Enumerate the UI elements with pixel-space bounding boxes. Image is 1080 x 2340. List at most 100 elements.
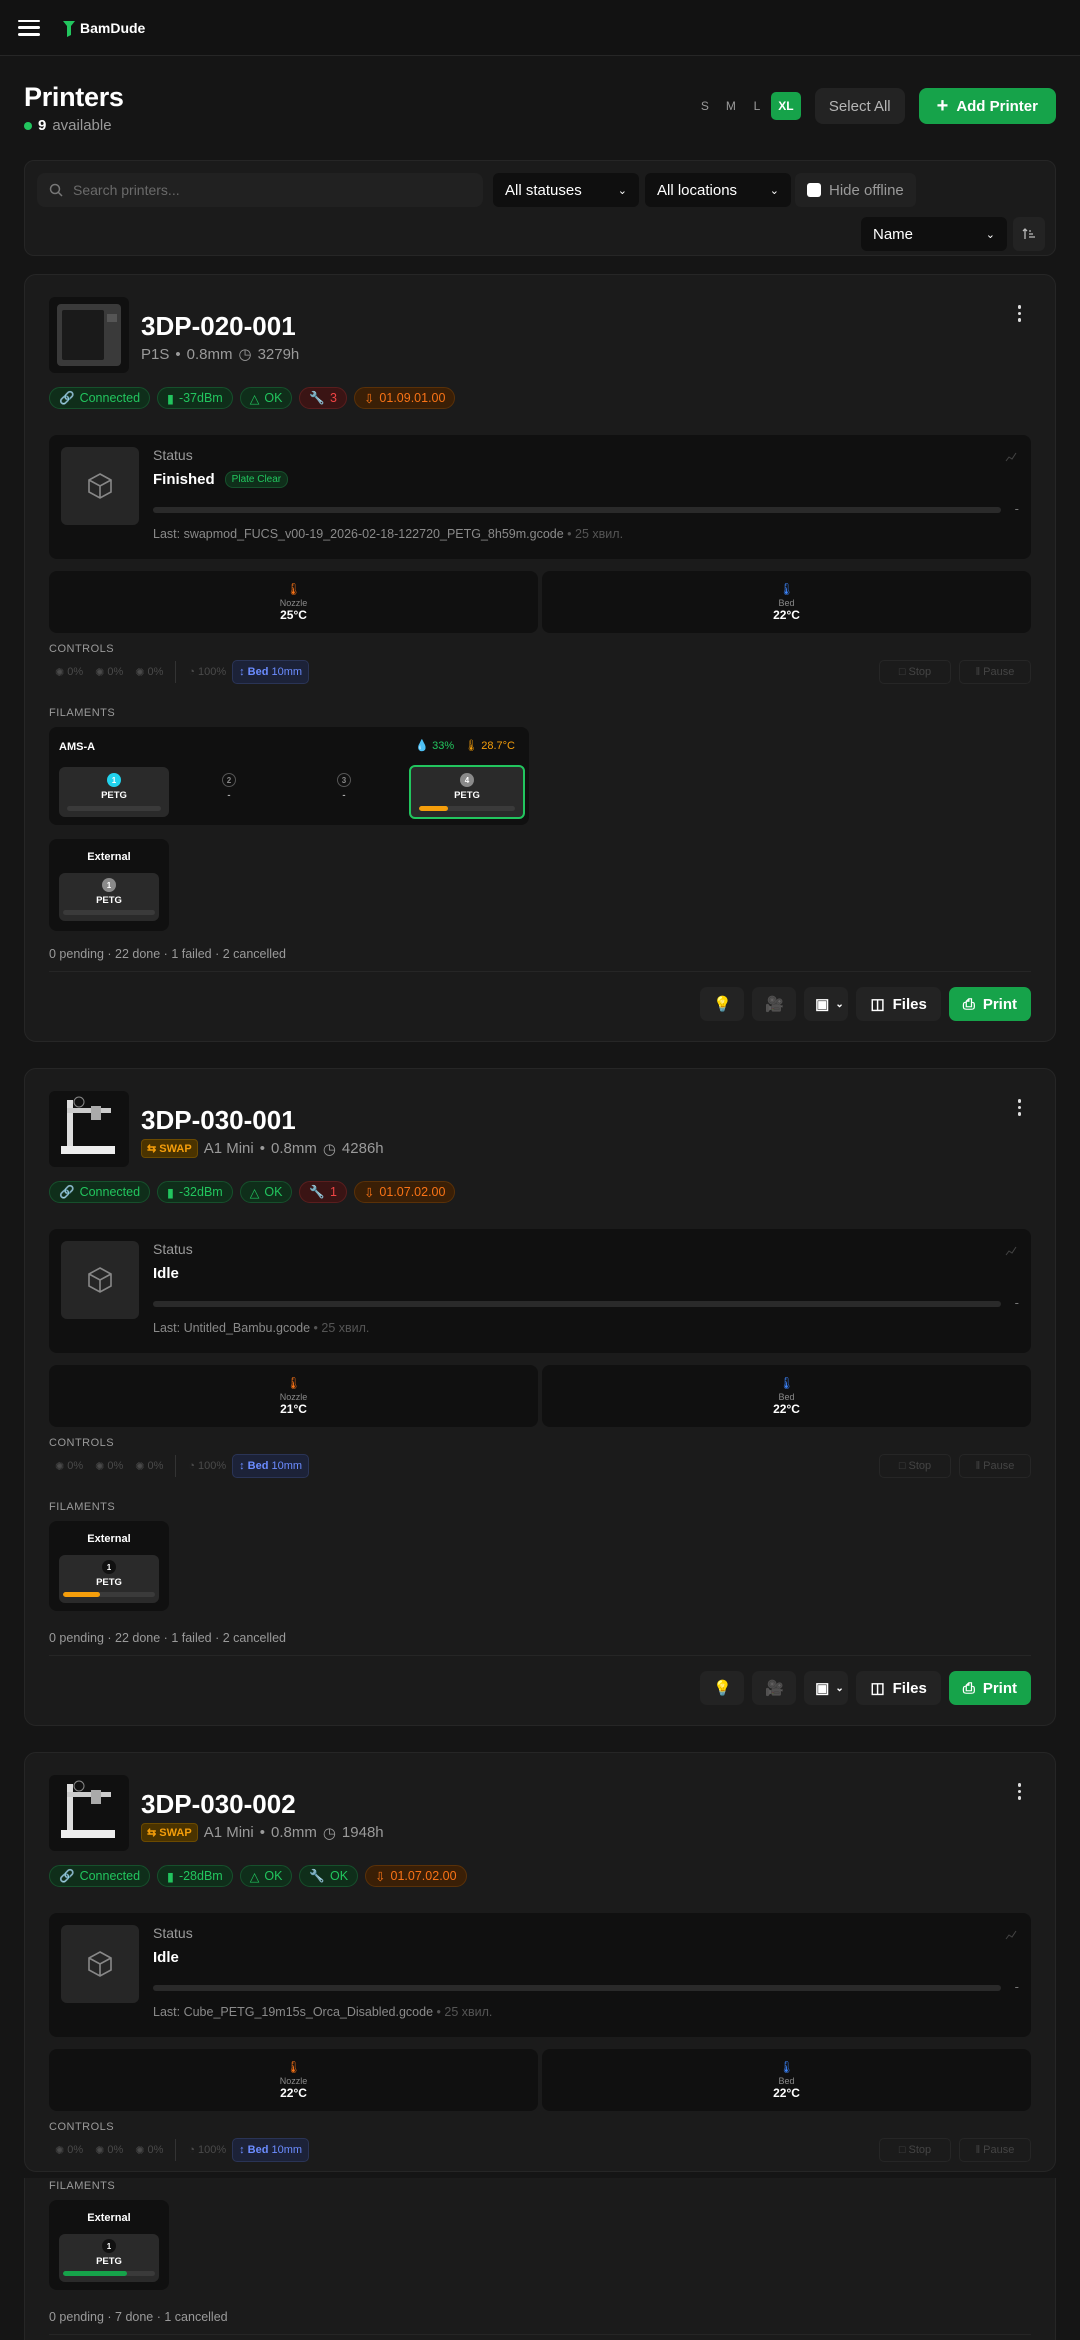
speed-button[interactable]: ◔ 100% [182,2138,232,2162]
hide-offline-toggle[interactable]: Hide offline [795,173,916,207]
size-m-button[interactable]: M [719,92,743,120]
part-fan-button[interactable]: ✺ 0% [49,1454,89,1478]
speed-button[interactable]: ◔ 100% [182,1454,232,1478]
light-button[interactable]: 💡 [700,1671,745,1705]
ams-slot-1[interactable]: 1 PETG [59,767,169,817]
controls-label: CONTROLS [49,643,115,655]
brand-logo[interactable]: BamDude [62,19,145,37]
pause-button[interactable]: ‖ Pause [959,2138,1031,2162]
sort-select[interactable]: Name ⌄ [861,217,1007,251]
hms-errors-badge[interactable]: 🔧 3 [299,387,347,409]
progress-bar [153,1985,1001,1991]
add-printer-button[interactable]: + Add Printer [918,88,1056,124]
bed-move-button[interactable]: ↕ Bed 10mm [232,2138,310,2162]
printer-card[interactable]: 3DP-030-001 ⇆ SWAP A1 Mini • 0.8mm ◷ 4286… [24,1068,1056,1726]
stop-button[interactable]: □ Stop [879,2138,951,2162]
more-options-icon[interactable] [1017,1099,1021,1116]
hide-offline-checkbox[interactable] [807,183,821,197]
available-count: 9 available [24,117,124,134]
warning-icon: △ [249,1869,260,1884]
health-badge[interactable]: △ OK [239,1865,293,1887]
filament-level-bar [63,910,155,915]
snapshot-button[interactable]: ▣ ⌄ [804,1671,849,1705]
pause-button[interactable]: ‖ Pause [959,660,1031,684]
controls-label: CONTROLS [49,2121,115,2133]
ams-slot-4[interactable]: 4 PETG [409,765,525,819]
size-l-button[interactable]: L [745,92,769,120]
hms-errors-badge[interactable]: 🔧 1 [299,1181,347,1203]
aux-fan-button[interactable]: ✺ 0% [89,660,129,684]
ams-slot-2[interactable]: 2 - [174,767,284,817]
status-badges: 🔗 Connected ▮ -37dBm △ OK 🔧 3 ⇩ 01.09.01.00 [49,387,456,409]
swap-icon: ⇆ [147,1143,157,1155]
firmware-badge[interactable]: ⇩ 01.09.01.00 [353,387,456,409]
fan-icon: ✺ [95,666,105,679]
printer-icon: ⎙ [962,1679,975,1697]
temperatures: 🌡 Nozzle 21°C 🌡 Bed 22°C [49,1365,1031,1427]
link-icon: 🔗 [59,1184,75,1199]
sort-direction-button[interactable] [1013,217,1045,251]
nozzle-size: 0.8mm [270,1824,317,1841]
printer-card[interactable]: 3DP-020-001 P1S • 0.8mm ◷ 3279h 🔗 Connecte… [24,274,1056,1042]
speed-button[interactable]: ◔ 100% [182,660,232,684]
search-input[interactable]: Search printers... [37,173,483,207]
pause-icon: ‖ [975,1460,981,1472]
ams-unit: AMS-A 💧 33% 🌡 28.7°C 1 PETG 2 - 3 - 4 PE… [49,727,529,825]
filament-level-bar [63,2271,155,2276]
more-options-icon[interactable] [1017,1783,1021,1800]
camera-button[interactable]: 🎥 [752,1671,797,1705]
print-button[interactable]: ⎙ Print [948,1671,1031,1705]
external-spool[interactable]: External 1 PETG [49,2200,169,2290]
part-fan-button[interactable]: ✺ 0% [49,2138,89,2162]
select-all-button[interactable]: Select All [814,88,905,124]
ams-slot-3[interactable]: 3 - [289,767,399,817]
print-button[interactable]: ⎙ Print [948,987,1031,1021]
files-button[interactable]: ◫ Files [856,1671,941,1705]
wifi-signal-badge: ▮ -37dBm [157,387,233,409]
signal-icon: ▮ [167,1185,174,1200]
cube-icon [61,1925,139,2003]
status-filter-select[interactable]: All statuses ⌄ [493,173,639,207]
external-spool[interactable]: External 1 PETG [49,839,169,931]
chamber-fan-button[interactable]: ✺ 0% [129,2138,169,2162]
size-s-button[interactable]: S [693,92,717,120]
chamber-fan-button[interactable]: ✺ 0% [129,1454,169,1478]
chart-icon [1005,449,1017,467]
aux-fan-button[interactable]: ✺ 0% [89,2138,129,2162]
pause-button[interactable]: ‖ Pause [959,1454,1031,1478]
files-button[interactable]: ◫ Files [856,987,941,1021]
health-badge[interactable]: △ OK [239,387,293,409]
stop-button[interactable]: □ Stop [879,660,951,684]
aux-fan-button[interactable]: ✺ 0% [89,1454,129,1478]
chart-icon [1005,1243,1017,1261]
printer-name: 3DP-020-001 [141,311,296,341]
chevron-down-icon: ⌄ [835,998,844,1010]
health-badge[interactable]: △ OK [239,1181,293,1203]
stop-icon: □ [898,1460,906,1472]
stop-button[interactable]: □ Stop [879,1454,951,1478]
location-filter-select[interactable]: All locations ⌄ [645,173,791,207]
firmware-badge[interactable]: ⇩ 01.07.02.00 [353,1181,456,1203]
camera-button[interactable]: 🎥 [752,987,797,1021]
printer-card[interactable]: 3DP-030-002 ⇆ SWAP A1 Mini • 0.8mm ◷ 1948… [24,1752,1056,2172]
external-spool[interactable]: External 1 PETG [49,1521,169,1611]
snapshot-button[interactable]: ▣ ⌄ [804,987,849,1021]
menu-icon[interactable] [18,19,40,36]
swap-icon: ⇆ [147,1827,157,1839]
top-bar: BamDude [0,0,1080,56]
size-xl-button[interactable]: XL [770,92,801,120]
printer-meta: ⇆ SWAP A1 Mini • 0.8mm ◷ 1948h [141,1823,384,1842]
hms-badge[interactable]: 🔧 OK [299,1865,359,1887]
nozzle-temp: 🌡 Nozzle 22°C [49,2049,538,2111]
chamber-fan-button[interactable]: ✺ 0% [129,660,169,684]
firmware-badge[interactable]: ⇩ 01.07.02.00 [365,1865,467,1887]
fan-icon: ✺ [135,1460,145,1473]
part-fan-button[interactable]: ✺ 0% [49,660,89,684]
chevron-down-icon: ⌄ [985,228,995,241]
fan-icon: ✺ [95,1460,105,1473]
more-options-icon[interactable] [1017,305,1021,322]
bed-move-button[interactable]: ↕ Bed 10mm [232,1454,310,1478]
wrench-icon: 🔧 [309,1184,325,1199]
bed-move-button[interactable]: ↕ Bed 10mm [232,660,310,684]
light-button[interactable]: 💡 [700,987,745,1021]
